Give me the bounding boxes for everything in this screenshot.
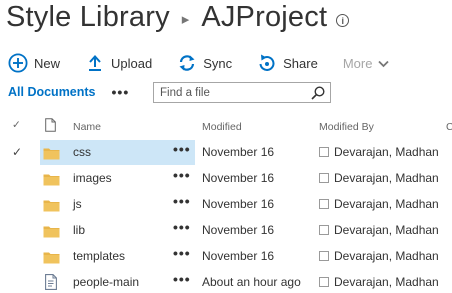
presence-icon [319,147,329,157]
presence-icon [319,173,329,183]
modified-by-name[interactable]: Devarajan, Madhan [334,223,439,237]
search-box [153,82,331,103]
modified-by-name[interactable]: Devarajan, Madhan [334,145,439,159]
table-row[interactable]: images ••• November 16 Devarajan, Madhan [0,166,452,192]
share-icon [257,53,277,73]
table-row[interactable]: templates ••• November 16 Devarajan, Mad… [0,244,452,270]
folder-icon [43,251,60,264]
item-name[interactable]: people-main [73,275,139,289]
document-grid: ✓ Name Modified Modified By C ✓ css ••• … [0,113,452,293]
sync-icon [177,53,197,73]
row-ellipsis-icon[interactable]: ••• [173,167,191,183]
presence-icon [319,277,329,287]
row-ellipsis-icon[interactable]: ••• [173,219,191,235]
upload-label: Upload [111,55,153,71]
row-ellipsis-icon[interactable]: ••• [173,193,191,209]
item-modified: November 16 [202,223,275,237]
item-modified-by[interactable]: Devarajan, Madhan [319,275,439,289]
share-button[interactable]: Share [257,53,318,73]
item-modified-by[interactable]: Devarajan, Madhan [319,249,439,263]
item-modified-by[interactable]: Devarajan, Madhan [319,223,439,237]
item-modified: About an hour ago [202,275,301,289]
sync-button[interactable]: Sync [177,53,232,73]
grid-header: ✓ Name Modified Modified By C [0,113,452,140]
presence-icon [319,199,329,209]
breadcrumb: Style Library ▸ AJProject i [6,0,350,34]
item-modified: November 16 [202,197,275,211]
view-switcher[interactable]: All Documents [8,85,96,99]
column-header-overflow[interactable]: C [446,121,452,133]
file-type-header-icon[interactable] [45,118,56,135]
folder-icon [43,199,60,212]
item-name[interactable]: css [73,145,91,159]
row-ellipsis-icon[interactable]: ••• [173,245,191,261]
plus-circle-icon [8,53,28,73]
view-bar: All Documents ••• [8,80,448,104]
item-name[interactable]: templates [73,249,125,263]
row-ellipsis-icon[interactable]: ••• [173,141,191,157]
more-menu-button[interactable]: More [343,56,390,71]
item-modified: November 16 [202,171,275,185]
chevron-down-icon [378,56,390,71]
item-modified: November 16 [202,249,275,263]
table-row[interactable]: ✓ css ••• November 16 Devarajan, Madhan [0,140,452,166]
folder-icon [43,147,60,160]
column-header-modified[interactable]: Modified [202,121,242,133]
modified-by-name[interactable]: Devarajan, Madhan [334,275,439,289]
table-row[interactable]: people-main ••• About an hour ago Devara… [0,270,452,293]
command-bar: New Upload Sync Share More [8,51,390,75]
code-file-icon [45,274,57,290]
modified-by-name[interactable]: Devarajan, Madhan [334,197,439,211]
select-all-checkbox[interactable]: ✓ [12,119,21,131]
library-title[interactable]: Style Library [6,1,170,34]
row-selection-highlight [40,140,195,165]
item-modified-by[interactable]: Devarajan, Madhan [319,197,439,211]
search-input[interactable] [154,83,304,102]
item-name[interactable]: js [73,197,82,211]
item-modified: November 16 [202,145,275,159]
row-ellipsis-icon[interactable]: ••• [173,271,191,287]
column-header-name[interactable]: Name [73,121,101,133]
item-modified-by[interactable]: Devarajan, Madhan [319,171,439,185]
column-header-modified-by[interactable]: Modified By [319,121,374,133]
more-label: More [342,55,373,71]
folder-icon [43,225,60,238]
presence-icon [319,251,329,261]
modified-by-name[interactable]: Devarajan, Madhan [334,249,439,263]
modified-by-name[interactable]: Devarajan, Madhan [334,171,439,185]
table-row[interactable]: lib ••• November 16 Devarajan, Madhan [0,218,452,244]
row-checkbox[interactable]: ✓ [12,145,22,159]
search-icon[interactable] [310,85,326,101]
breadcrumb-separator-icon: ▸ [181,11,190,28]
table-row[interactable]: js ••• November 16 Devarajan, Madhan [0,192,452,218]
folder-title: AJProject [201,0,328,33]
item-name[interactable]: lib [73,223,85,237]
info-icon[interactable]: i [336,14,350,27]
item-name[interactable]: images [73,171,112,185]
presence-icon [319,225,329,235]
upload-icon [85,53,105,73]
folder-icon [43,173,60,186]
new-label: New [34,55,61,71]
sync-label: Sync [203,55,233,71]
upload-button[interactable]: Upload [85,53,152,73]
share-label: Share [283,55,318,71]
view-options-ellipsis-icon[interactable]: ••• [112,84,130,100]
new-button[interactable]: New [8,53,60,73]
item-modified-by[interactable]: Devarajan, Madhan [319,145,439,159]
